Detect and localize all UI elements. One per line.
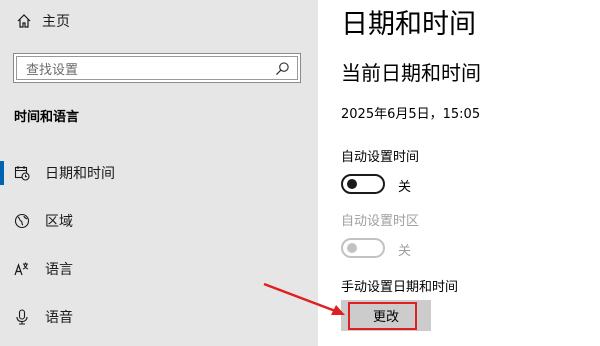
sidebar-item-speech[interactable]: 语音 [0,301,318,333]
sidebar-item-label: 日期和时间 [45,166,115,182]
sidebar-item-label: 语言 [45,262,73,278]
section-title: 时间和语言 [14,110,80,125]
toggle-knob [347,243,357,253]
microphone-icon [16,309,28,325]
auto-timezone-state: 关 [398,244,412,259]
main-panel: 日期和时间 当前日期和时间 2025年6月5日，15:05 自动设置时间 关 自… [318,0,600,346]
search-icon[interactable] [275,61,290,76]
auto-time-label: 自动设置时间 [341,150,420,165]
active-indicator [0,161,4,185]
section-title: 当前日期和时间 [341,61,481,85]
auto-timezone-label: 自动设置时区 [341,214,420,229]
home-icon [17,14,31,28]
auto-timezone-toggle [341,238,385,258]
auto-time-toggle[interactable] [341,174,385,194]
sidebar-item-date-time[interactable]: 日期和时间 [0,157,318,189]
sidebar-item-language[interactable]: 语言 [0,253,318,285]
auto-time-state: 关 [398,180,412,195]
sidebar-item-region[interactable]: 区域 [0,205,318,237]
language-icon [14,262,29,276]
annotation-highlight-box [348,302,417,330]
toggle-knob [347,179,357,189]
current-datetime: 2025年6月5日，15:05 [341,107,481,122]
sidebar-item-label: 区域 [45,214,73,230]
sidebar: 主页 查找设置 时间和语言 日期和时间 区域 语言 语音 [0,0,318,346]
sidebar-item-label: 语音 [45,310,73,326]
search-input[interactable]: 查找设置 [14,59,275,78]
page-title: 日期和时间 [341,9,476,40]
manual-datetime-label: 手动设置日期和时间 [341,280,459,295]
globe-icon [14,213,30,229]
home-link[interactable]: 主页 [16,11,70,31]
search-box[interactable]: 查找设置 [13,53,301,83]
calendar-clock-icon [14,166,30,181]
home-label: 主页 [42,14,70,30]
